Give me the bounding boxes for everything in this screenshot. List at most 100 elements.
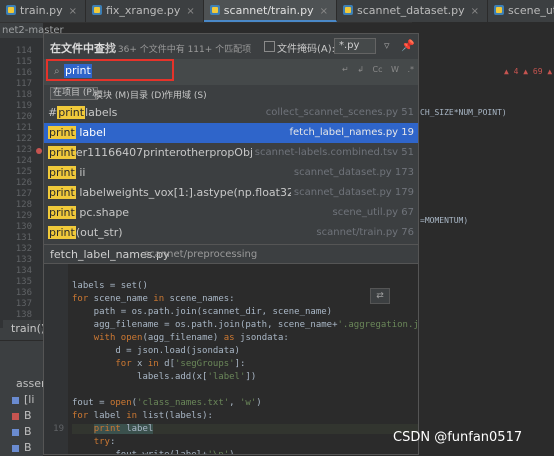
preview-line-number: 19 [53,424,64,434]
search-option-toggle[interactable]: W [391,65,407,74]
match-highlight: print [48,166,76,179]
search-option-toggle[interactable]: ↵ [342,65,357,74]
code-fragment: =MOMENTUM) [420,216,469,225]
tree-node-icon [12,429,19,436]
editor-code-area[interactable]: ▲ 4 ▲ 69 ▲ 9 CH_SIZE*NUM_POINT) =MOMENTU… [412,22,554,455]
scope-tab[interactable]: 模块 (M) [94,88,130,101]
watermark: CSDN @funfan0517 [393,430,523,445]
line-number: 132 [15,244,32,254]
preview-code-line: for x in d['segGroups']: [115,359,246,369]
python-file-icon [494,5,505,15]
preview-code-line: fout = open('class_names.txt', 'w') [72,398,262,408]
preview-code-line: try: [93,437,116,447]
popup-header: 在文件中查找 在 36+ 个文件中有 111+ 个匹配项 文件掩码(A): *.… [44,34,418,59]
result-row[interactable]: print(out_str) scannet/train.py 76 [44,223,418,243]
preview-code-line: labels = set() [72,281,148,291]
close-icon[interactable]: × [471,6,479,17]
editor-tab[interactable]: scene_util.py× [488,0,554,22]
line-number: 115 [15,57,32,67]
file-mask-checkbox[interactable] [264,41,275,52]
search-option-toggle[interactable]: Cc [373,65,392,74]
python-file-icon [343,5,354,15]
file-mask-input[interactable]: *.py [334,38,376,54]
result-row[interactable]: print label fetch_label_names.py 19 [44,123,418,143]
line-number: 122 [15,134,32,144]
run-panel-line[interactable]: B [24,409,32,422]
search-option-toggle[interactable]: ↲ [357,65,372,74]
reformat-icon[interactable]: ⇄ [370,288,390,304]
line-number: 123 [15,145,32,155]
scope-tabs: 在项目 (P) 模块 (M) 目录 (D) 作用域 (S) [44,85,418,103]
search-options[interactable]: ↵ ↲ Cc W .* [342,65,414,74]
structure-tab-train[interactable]: train() [3,320,45,338]
file-mask-label: 文件掩码(A): [277,44,336,55]
editor-tab-bar: train.py × fix_xrange.py × scannet/train.py ×… [0,0,554,23]
run-panel-line[interactable]: B [24,441,32,454]
result-text: print(out_str) [48,226,123,239]
line-number: 119 [15,101,32,111]
scope-tab[interactable]: 在项目 (P) [50,87,99,100]
line-number: 138 [15,310,32,320]
preview-code-line: labels.add(x['label']) [72,372,257,382]
result-file-location: scannet_dataset.py 179 [290,183,414,203]
breakpoint-icon[interactable] [36,148,42,154]
scope-tab[interactable]: 目录 (D) [130,88,165,101]
preview-code-line: with open(agg_filename) as jsondata: [93,333,289,343]
filter-icon[interactable]: ▿ [384,39,390,52]
line-number: 135 [15,277,32,287]
line-number: 114 [15,46,32,56]
python-file-icon [209,5,220,15]
line-number: 125 [15,167,32,177]
scope-tab[interactable]: 作用域 (S) [164,88,207,101]
run-panel-line[interactable]: [li [24,393,34,406]
search-bar: ⌕ print ↵ ↲ Cc W .* [44,59,418,85]
tab-label: scannet/train.py [223,4,314,17]
match-highlight: print [57,106,86,119]
result-row[interactable]: print ii scannet_dataset.py 173 [44,163,418,183]
pin-icon[interactable]: 📌 [401,39,415,52]
search-query[interactable]: print [64,64,92,78]
result-file-location: scannet/train.py 76 [313,223,414,243]
match-highlight: print [48,126,76,139]
result-row[interactable]: print pc.shape scene_util.py 67 [44,203,418,223]
search-option-toggle[interactable]: .* [407,65,414,74]
match-highlight: print [48,146,76,159]
line-number-gutter: 114 115 116 117 118 119 120 121 122 123 124 125 126 1… [0,38,43,328]
line-number: 136 [15,288,32,298]
inspection-counts[interactable]: ▲ 4 ▲ 69 ▲ 9 [504,67,554,76]
tab-label: train.py [20,4,63,17]
close-icon[interactable]: × [69,6,77,17]
run-panel-line[interactable]: B [24,425,32,438]
line-number: 134 [15,266,32,276]
line-number: 131 [15,233,32,243]
line-number: 124 [15,156,32,166]
preview-directory: scannet/preprocessing [144,249,258,260]
match-summary: 在 36+ 个文件中有 111+ 个匹配项 [106,45,252,55]
match-highlight: print [48,206,76,219]
editor-tab[interactable]: scannet_dataset.py × [337,0,489,22]
close-icon[interactable]: × [186,6,194,17]
preview-code-line: for label in list(labels): [72,411,213,421]
results-list: #printlabels collect_scannet_scenes.py 51… [44,103,418,244]
editor-tab[interactable]: train.py × [0,0,86,22]
run-panel: assert [li B B B [0,340,50,456]
tree-node-icon [12,413,19,420]
search-input[interactable]: ⌕ print [46,59,174,81]
code-fragment: CH_SIZE*NUM_POINT) [420,108,507,117]
editor-tab[interactable]: scannet/train.py × [203,0,338,22]
close-icon[interactable]: × [320,6,328,17]
result-file-location: scene_util.py 67 [329,203,414,223]
line-number: 127 [15,189,32,199]
match-highlight: print [48,186,76,199]
editor-tab[interactable]: fix_xrange.py × [86,0,204,22]
python-file-icon [6,5,16,15]
result-row[interactable]: printer11166407printerotherpropObjectspr… [44,143,418,163]
result-row[interactable]: print labelweights_vox[1:].astype(np.flo… [44,183,418,203]
search-icon: ⌕ [54,66,60,77]
preview-code-area[interactable]: ⇄ labels = set() for scene_name in scene_… [44,264,418,455]
line-number: 133 [15,255,32,265]
tab-label: fix_xrange.py [105,4,181,17]
preview-code-line: fout.write(label+'\n') [72,450,235,455]
line-number: 117 [15,79,32,89]
result-row[interactable]: #printlabels collect_scannet_scenes.py 51 [44,103,418,123]
